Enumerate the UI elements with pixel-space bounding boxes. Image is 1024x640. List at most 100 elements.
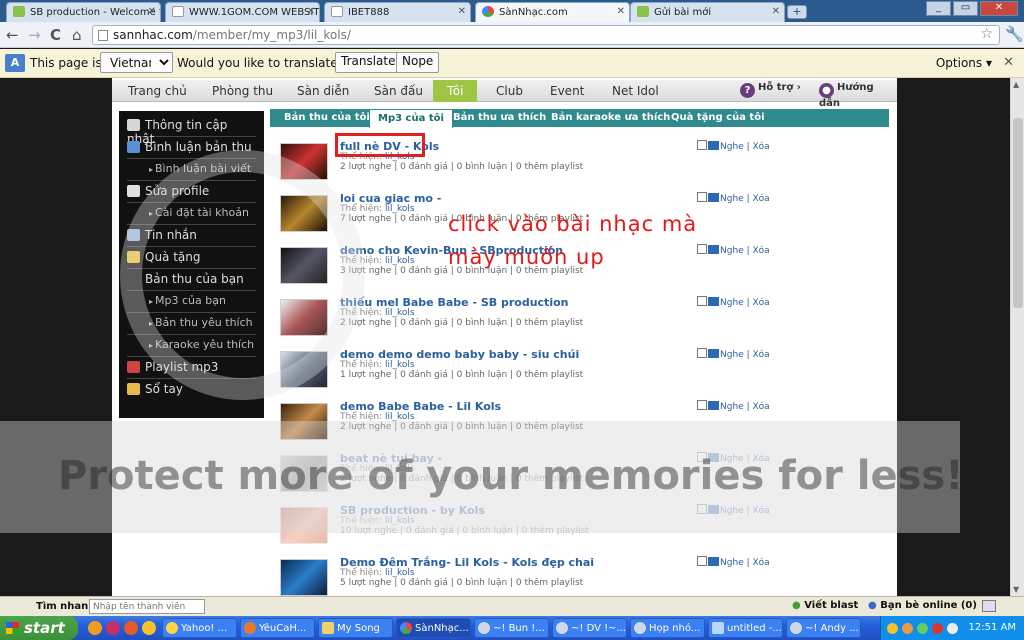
reload-icon[interactable]: C <box>50 26 61 44</box>
delete-link[interactable]: Xóa <box>752 142 769 152</box>
artist-link[interactable]: lil_kols <box>385 204 415 214</box>
close-icon[interactable]: ✕ <box>617 6 625 17</box>
taskbar-item[interactable]: untitled -... <box>708 618 783 638</box>
select-checkbox[interactable] <box>697 192 707 202</box>
listen-link[interactable]: Nghe <box>720 402 744 412</box>
menu-phong-thu[interactable]: Phòng thu <box>212 84 273 98</box>
delete-link[interactable]: Xóa <box>752 194 769 204</box>
close-icon[interactable]: ✕ <box>458 6 466 17</box>
home-icon[interactable]: ⌂ <box>72 26 82 44</box>
options-button[interactable]: Options ▾ <box>936 56 992 70</box>
song-row[interactable]: thiếu mel Babe Babe - SB production Thể … <box>280 296 840 346</box>
taskbar-item[interactable]: Họp nhó... <box>630 618 705 638</box>
menu-san-dau[interactable]: Sàn đấu <box>374 84 423 98</box>
scroll-thumb[interactable] <box>1013 118 1023 308</box>
language-select[interactable]: Vietnamese <box>100 52 173 73</box>
scroll-up-icon[interactable]: ▲ <box>1013 80 1019 89</box>
delete-link[interactable]: Xóa <box>752 246 769 256</box>
monitor-icon[interactable] <box>982 600 996 612</box>
tray-icon[interactable] <box>887 623 898 634</box>
quicklaunch-icon[interactable] <box>124 621 138 635</box>
taskbar-item[interactable]: YêuCaH... <box>240 618 315 638</box>
delete-link[interactable]: Xóa <box>752 402 769 412</box>
menu-san-dien[interactable]: Sàn diễn <box>297 84 349 98</box>
play-icon[interactable] <box>708 141 719 150</box>
sidebar-item-thong-tin[interactable]: Thông tin cập nhật <box>127 116 256 146</box>
help-link[interactable]: ? Hỗ trợ › <box>740 82 801 98</box>
minimize-button[interactable]: _ <box>926 1 951 16</box>
listen-link[interactable]: Nghe <box>720 194 744 204</box>
listen-link[interactable]: Nghe <box>720 246 744 256</box>
tab-qua-tang-cua-toi[interactable]: Quà tặng của tôi <box>671 112 765 123</box>
tab-mp3-cua-toi[interactable]: Mp3 của tôi <box>369 109 453 128</box>
song-row[interactable]: demo demo demo baby baby - siu chúi Thể … <box>280 348 840 398</box>
member-search-input[interactable] <box>89 599 205 614</box>
tab-gui-bai-moi[interactable]: Gửi bài mới ✕ <box>630 2 785 22</box>
song-thumbnail[interactable] <box>280 559 328 596</box>
taskbar-item[interactable]: Yahoo! ... <box>162 618 237 638</box>
menu-toi[interactable]: Tôi <box>433 80 478 102</box>
close-icon[interactable]: ✕ <box>772 6 780 17</box>
delete-link[interactable]: Xóa <box>752 298 769 308</box>
quicklaunch-icon[interactable] <box>106 621 120 635</box>
select-checkbox[interactable] <box>697 296 707 306</box>
quicklaunch-icon[interactable] <box>142 621 156 635</box>
taskbar-item[interactable]: My Song <box>318 618 393 638</box>
menu-net-idol[interactable]: Net Idol <box>612 84 659 98</box>
tab-ibet888[interactable]: IBET888 ✕ <box>324 2 471 22</box>
back-icon[interactable]: ← <box>6 26 19 44</box>
star-icon[interactable]: ☆ <box>980 26 993 42</box>
delete-link[interactable]: Xóa <box>752 350 769 360</box>
friends-online-button[interactable]: ● Bạn bè online (0) <box>868 600 977 611</box>
tab-sb-production[interactable]: SB production - Welcome t... ✕ <box>6 2 161 22</box>
speaker-icon[interactable] <box>947 623 958 634</box>
artist-link[interactable]: lil_kols <box>385 568 415 578</box>
listen-link[interactable]: Nghe <box>720 350 744 360</box>
guide-link[interactable]: ● Hướng dẫn <box>819 82 897 109</box>
page-scrollbar[interactable]: ▲ ▼ <box>1010 78 1024 596</box>
tab-ban-karaoke-ua-thich[interactable]: Bản karaoke ưa thích <box>551 112 670 123</box>
menu-club[interactable]: Club <box>496 84 523 98</box>
listen-link[interactable]: Nghe <box>720 142 744 152</box>
close-icon[interactable]: ✕ <box>148 6 156 17</box>
tab-sannhac[interactable]: SànNhạc.com ✕ <box>475 2 630 22</box>
close-icon[interactable]: ✕ <box>1003 55 1014 70</box>
tab-1gom[interactable]: WWW.1GOM.COM WEBSIT... ✕ <box>165 2 320 22</box>
select-checkbox[interactable] <box>697 400 707 410</box>
start-button[interactable]: start <box>0 616 78 640</box>
tray-icon[interactable] <box>932 623 943 634</box>
artist-link[interactable]: lil_kols <box>385 308 415 318</box>
select-checkbox[interactable] <box>697 244 707 254</box>
select-checkbox[interactable] <box>697 140 707 150</box>
restore-button[interactable]: ▭ <box>953 1 978 16</box>
select-checkbox[interactable] <box>697 556 707 566</box>
menu-trang-chu[interactable]: Trang chủ <box>128 84 187 98</box>
taskbar-item[interactable]: ~! Andy ... <box>786 618 861 638</box>
tray-icon[interactable] <box>917 623 928 634</box>
taskbar-item[interactable]: ~! Bun !... <box>474 618 549 638</box>
play-icon[interactable] <box>708 557 719 566</box>
select-checkbox[interactable] <box>697 348 707 358</box>
menu-event[interactable]: Event <box>550 84 584 98</box>
play-icon[interactable] <box>708 349 719 358</box>
forward-icon[interactable]: → <box>28 26 41 44</box>
taskbar-item[interactable]: ~! DV !~... <box>552 618 627 638</box>
artist-link[interactable]: lil_kols <box>385 256 415 266</box>
tray-icon[interactable] <box>902 623 913 634</box>
listen-link[interactable]: Nghe <box>720 298 744 308</box>
quicklaunch-icon[interactable] <box>88 621 102 635</box>
close-window-button[interactable]: ✕ <box>980 1 1018 16</box>
tab-ban-thu-ua-thich[interactable]: Bản thu ưa thích <box>453 112 546 123</box>
write-blast-button[interactable]: ● Viết blast <box>792 600 858 611</box>
close-icon[interactable]: ✕ <box>307 6 315 17</box>
translate-button[interactable]: Translate <box>335 52 402 73</box>
wrench-icon[interactable]: 🔧 <box>1005 25 1024 43</box>
listen-link[interactable]: Nghe <box>720 558 744 568</box>
nope-button[interactable]: Nope <box>396 52 440 73</box>
play-icon[interactable] <box>708 245 719 254</box>
taskbar-item[interactable]: SànNhạc... <box>396 618 471 638</box>
play-icon[interactable] <box>708 401 719 410</box>
new-tab-button[interactable]: + <box>787 5 807 19</box>
address-bar[interactable]: sannhac.com/member/my_mp3/lil_kols/ ☆ <box>92 25 1000 45</box>
artist-link[interactable]: lil_kols <box>385 360 415 370</box>
